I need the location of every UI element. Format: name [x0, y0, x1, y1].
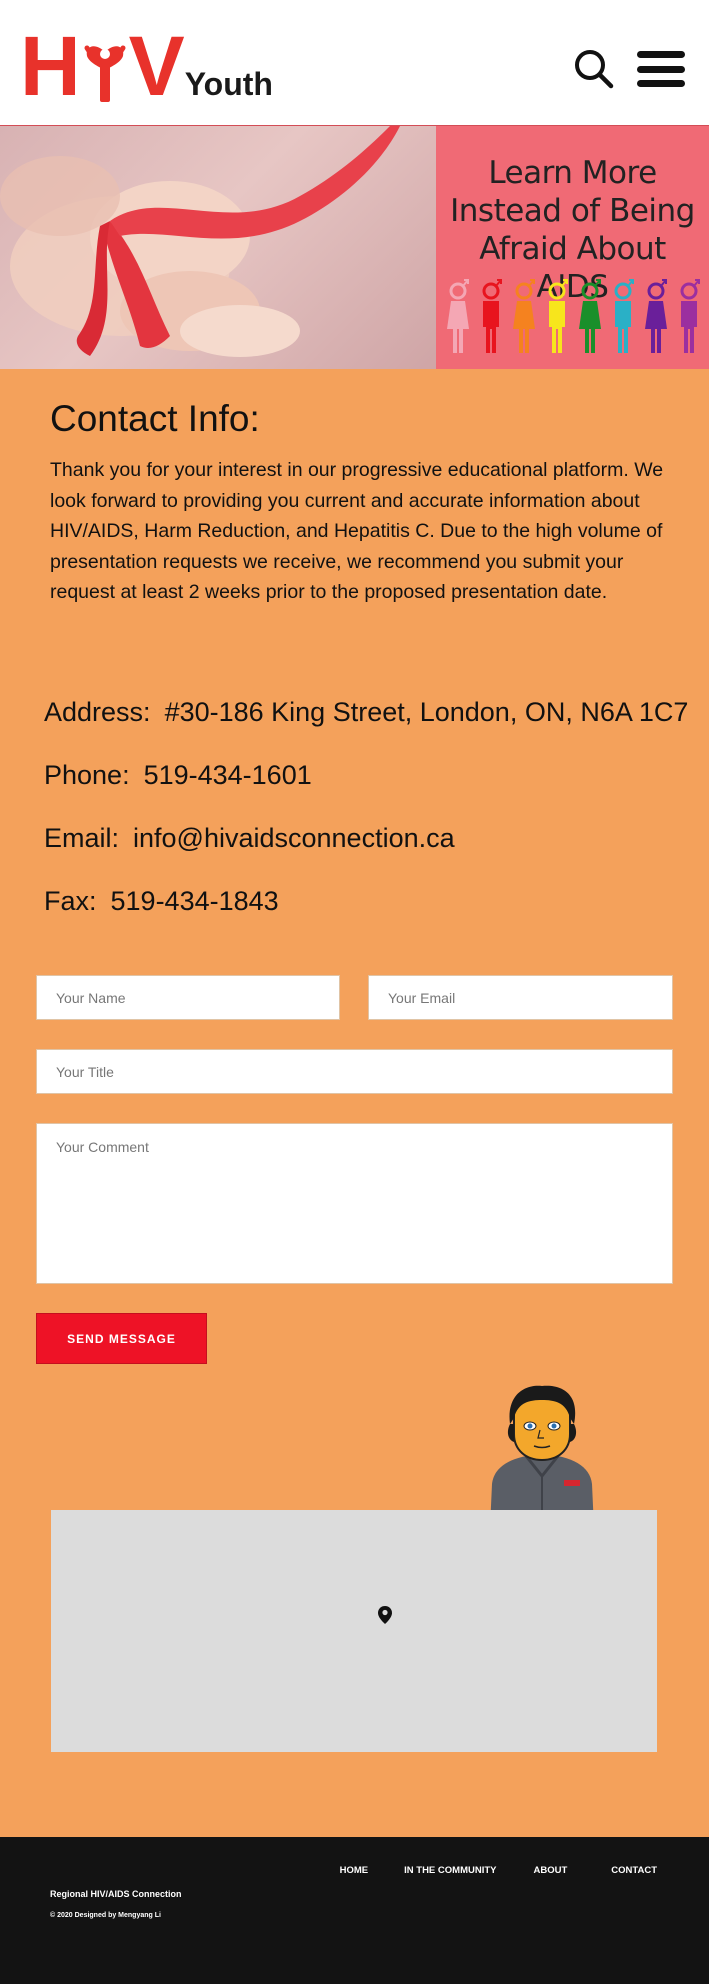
awareness-panel: Learn More Instead of Being Afraid About… [436, 126, 709, 369]
phone-label: Phone: [44, 760, 130, 790]
gender-figure-icon [680, 279, 700, 353]
hiv-youth-logo[interactable]: H V Youth [20, 19, 273, 113]
cartoon-character-image [490, 1385, 594, 1528]
title-input[interactable]: Your Title [36, 1049, 673, 1094]
location-map[interactable] [51, 1510, 657, 1752]
site-footer: HOME IN THE COMMUNITY ABOUT CONTACT Regi… [0, 1837, 709, 1984]
footer-link-home[interactable]: HOME [340, 1865, 369, 1876]
footer-org-name: Regional HIV/AIDS Connection [50, 1889, 182, 1899]
address-value: #30-186 King Street, London, ON, N6A 1C7 [164, 697, 689, 727]
phone-line: Phone: 519-434-1601 [44, 760, 312, 791]
contact-title: Contact Info: [50, 398, 260, 439]
contact-intro: Thank you for your interest in our progr… [50, 459, 664, 603]
email-line: Email: info@hivaidsconnection.ca [44, 823, 455, 854]
gender-figure-icon [579, 279, 601, 353]
address-line: Address: #30-186 King Street, London, ON,… [44, 697, 688, 728]
logo-letter-v: V [128, 19, 185, 113]
address-label: Address: [44, 697, 151, 727]
hamburger-menu-icon[interactable] [637, 51, 685, 87]
comment-placeholder: Your Comment [56, 1139, 149, 1155]
email-value[interactable]: info@hivaidsconnection.ca [133, 823, 455, 853]
logo-youth-text: Youth [184, 66, 273, 102]
gender-figure-icon [447, 279, 469, 353]
menu-bar [637, 65, 685, 73]
logo-person-heart-icon [83, 30, 127, 102]
menu-bar [637, 80, 685, 87]
footer-link-about[interactable]: ABOUT [533, 1865, 567, 1876]
header-actions [573, 48, 685, 90]
footer-copyright: © 2020 Designed by Mengyang Li [50, 1912, 161, 1919]
site-header: H V Youth [0, 0, 709, 125]
gender-figure-icon [614, 279, 634, 353]
phone-value[interactable]: 519-434-1601 [144, 760, 312, 790]
search-icon[interactable] [573, 48, 615, 90]
fax-line: Fax: 519-434-1843 [44, 886, 279, 917]
gender-figure-icon [513, 279, 535, 353]
name-input[interactable]: Your Name [36, 975, 340, 1020]
gender-figure-icon [482, 279, 502, 353]
comment-textarea[interactable]: Your Comment [36, 1123, 673, 1284]
fax-value: 519-434-1843 [110, 886, 279, 916]
gender-figure-icon [645, 279, 667, 353]
send-message-button[interactable]: SEND MESSAGE [36, 1313, 207, 1364]
title-placeholder: Your Title [56, 1063, 114, 1080]
email-label: Email: [44, 823, 120, 853]
email-input[interactable]: Your Email [368, 975, 673, 1020]
map-pin-icon[interactable] [378, 1606, 392, 1624]
fax-label: Fax: [44, 886, 97, 916]
name-placeholder: Your Name [56, 989, 126, 1006]
logo-letter-h: H [20, 19, 81, 113]
menu-bar [637, 51, 685, 58]
hands-ribbon-photo [0, 126, 436, 369]
gender-figures-icon [447, 279, 700, 353]
footer-link-in-the-community[interactable]: IN THE COMMUNITY [404, 1865, 496, 1876]
footer-link-contact[interactable]: CONTACT [611, 1865, 657, 1876]
hero-banner: Learn More Instead of Being Afraid About… [0, 125, 709, 369]
footer-nav: HOME IN THE COMMUNITY ABOUT CONTACT [340, 1865, 657, 1876]
gender-figure-icon [548, 279, 568, 353]
email-placeholder: Your Email [388, 989, 456, 1006]
